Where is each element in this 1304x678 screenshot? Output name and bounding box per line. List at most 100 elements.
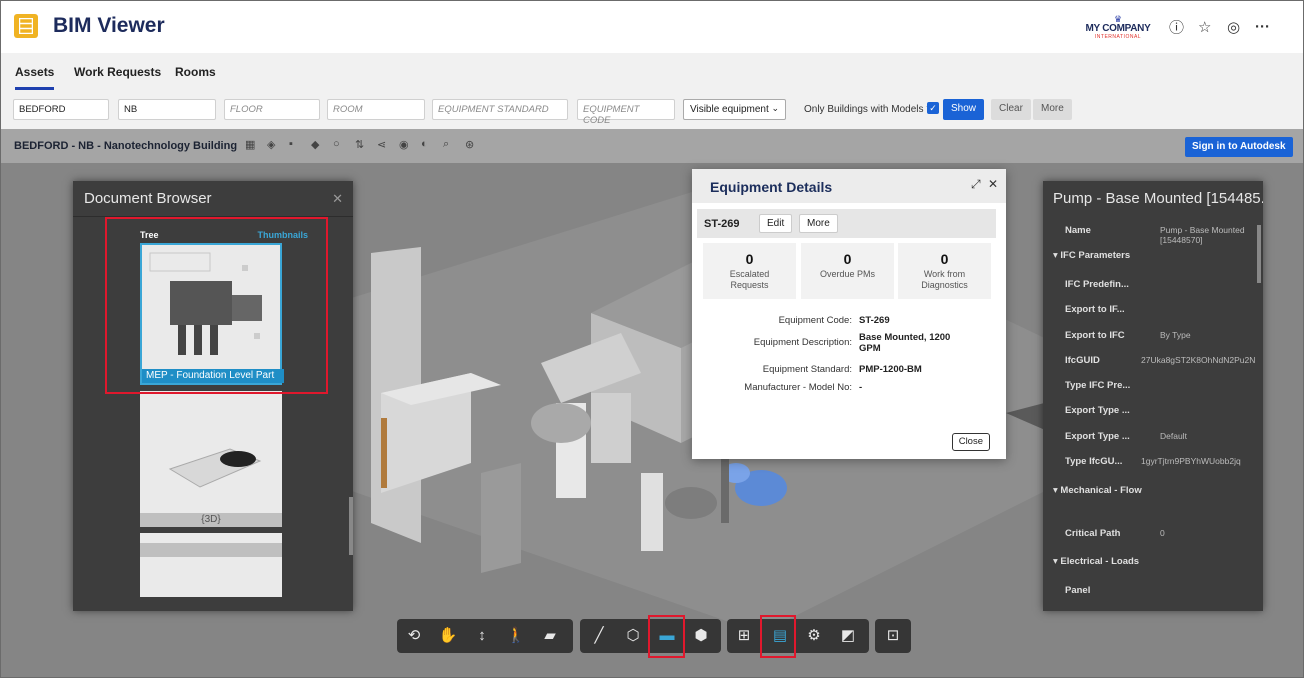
tab-rooms[interactable]: Rooms (175, 65, 216, 79)
edit-button[interactable]: Edit (759, 214, 793, 233)
only-models-label: Only Buildings with Models ? (804, 104, 932, 115)
equipment-code-label: Equipment Code: (778, 315, 852, 326)
equipment-id: ST-269 (704, 218, 740, 230)
viewer-toolbar: BEDFORD - NB - Nanotechnology Building ▦… (1, 129, 1303, 163)
user-icon[interactable]: ◎ (1227, 18, 1240, 36)
property-group[interactable]: ▾ IFC Parameters (1043, 244, 1257, 269)
equipment-standard-input[interactable]: EQUIPMENT STANDARD (432, 99, 568, 120)
scrollbar[interactable] (1257, 225, 1261, 283)
pan-icon[interactable]: ✋ (433, 619, 463, 653)
clear-button[interactable]: Clear (991, 99, 1031, 120)
stack-icon[interactable]: ◈ (267, 138, 275, 151)
dolly-icon[interactable]: ↕ (467, 619, 497, 653)
more-button[interactable]: More (799, 214, 838, 233)
top-bar: BIM Viewer ♛ MY COMPANY INTERNATIONAL ⓘ … (1, 1, 1303, 53)
property-row: IFC Predefin... (1065, 279, 1129, 290)
stat-work-from-diagnostics[interactable]: 0 Work from Diagnostics (898, 243, 991, 299)
property-group[interactable]: ▾ Electrical - Loads (1043, 550, 1257, 575)
scrollbar[interactable] (349, 497, 353, 555)
equipment-details-modal: Equipment Details ⤢ ✕ ST-269 Edit More 0… (692, 169, 1006, 459)
show-button[interactable]: Show (943, 99, 985, 120)
tab-work-requests[interactable]: Work Requests (74, 65, 161, 79)
stat-overdue-pms[interactable]: 0 Overdue PMs (801, 243, 894, 299)
manufacturer-model-value: - (859, 382, 863, 393)
app-title: BIM Viewer (53, 14, 165, 37)
modal-header: Equipment Details ⤢ ✕ (692, 169, 1006, 203)
close-icon[interactable]: ✕ (988, 177, 998, 191)
equipment-code-value: ST-269 (859, 315, 890, 326)
property-group[interactable]: ▾ Mechanical - Flow (1043, 479, 1257, 515)
thumbnail-caption: {3D} (140, 513, 282, 527)
site-input[interactable]: BEDFORD (13, 99, 109, 120)
expand-icon[interactable]: ⤢ (971, 177, 981, 191)
layers-icon[interactable]: ▦ (245, 138, 255, 151)
building-title: BEDFORD - NB - Nanotechnology Building (14, 140, 238, 152)
star-settings-icon[interactable]: ☆ (1198, 18, 1211, 36)
property-row: Export to IF... (1065, 304, 1125, 315)
document-browser-header: Document Browser ✕ (73, 181, 353, 217)
modal-controls: ⤢ ✕ (971, 177, 998, 192)
3d-view-thumbnail (168, 448, 262, 488)
room-input[interactable]: ROOM (327, 99, 425, 120)
equipment-standard-label: Equipment Standard: (762, 364, 852, 375)
measure-icon[interactable]: ╱ (584, 619, 614, 653)
settings-icon[interactable]: ⊛ (465, 138, 474, 151)
camera-icon[interactable]: ▰ (535, 619, 565, 653)
highlight-box-thumbnails (105, 217, 328, 394)
thumbnail-item[interactable] (140, 533, 282, 597)
property-row: Critical Path 0 (1065, 528, 1165, 539)
equipment-code-input[interactable]: EQUIPMENT CODE (577, 99, 675, 126)
fullscreen-icon[interactable]: ◩ (833, 619, 863, 653)
share-icon[interactable]: ⋖ (377, 138, 386, 151)
visibility-select[interactable]: Visible equipment ⌄ (683, 99, 786, 120)
highlight-box-properties (760, 615, 796, 658)
properties-title: Pump - Base Mounted [154485... (1053, 190, 1263, 207)
extension-toolbar: ⊡ (875, 619, 911, 653)
bim-viewer[interactable]: BEDFORD - NB - Nanotechnology Building ▦… (1, 129, 1303, 677)
property-row: Export to IFC By Type (1065, 330, 1191, 341)
orbit-icon[interactable]: ⟲ (399, 619, 429, 653)
only-models-checkbox[interactable]: ✓ (927, 102, 939, 114)
stat-escalated-requests[interactable]: 0 Escalated Requests (703, 243, 796, 299)
crown-icon: ♛ (1113, 14, 1123, 24)
eye-icon[interactable]: ◉ (399, 138, 409, 151)
grid-icon[interactable]: ▪ (289, 138, 293, 150)
manufacturer-model-label: Manufacturer - Model No: (744, 382, 852, 393)
bim-info-icon[interactable]: ⊡ (878, 619, 908, 653)
equipment-description-value: Base Mounted, 1200 GPM (859, 332, 951, 354)
tab-assets[interactable]: Assets (15, 65, 55, 90)
model-browser-icon[interactable]: ⬢ (686, 619, 716, 653)
equipment-bar: ST-269 Edit More (697, 209, 996, 238)
building-input[interactable]: NB (118, 99, 216, 120)
equipment-standard-value: PMP-1200-BM (859, 364, 922, 375)
tab-bar: Assets Work Requests Rooms (1, 53, 1303, 91)
more-filters-button[interactable]: More (1033, 99, 1072, 120)
settings-icon[interactable]: ⚙ (799, 619, 829, 653)
tag-icon[interactable]: ◆ (311, 138, 319, 151)
thumbnail-item[interactable]: {3D} (140, 391, 282, 527)
more-icon[interactable]: ··· (1255, 19, 1270, 36)
equipment-description-label: Equipment Description: (753, 337, 852, 348)
company-logo: ♛ MY COMPANY INTERNATIONAL (1083, 14, 1153, 41)
eye-off-icon[interactable]: ◐ (421, 138, 428, 150)
search-icon[interactable]: ⌕ (443, 138, 449, 151)
highlight-box-document-browser (648, 615, 685, 658)
property-row: Type IfcGU... 1gyrTjtrn9PBYhWUobb2jq (1065, 456, 1241, 467)
close-icon[interactable]: ✕ (332, 191, 343, 207)
filter-bar: BEDFORD NB FLOOR ROOM EQUIPMENT STANDARD… (1, 91, 1303, 129)
sort-icon[interactable]: ⇅ (355, 138, 364, 151)
document-browser-title: Document Browser (84, 190, 212, 207)
floor-input[interactable]: FLOOR (224, 99, 320, 120)
app-logo-icon (14, 14, 38, 38)
help-icon[interactable]: ⓘ (1169, 17, 1184, 38)
property-row: Export Type ... (1065, 405, 1130, 416)
close-button[interactable]: Close (951, 433, 990, 451)
walk-icon[interactable]: 🚶 (501, 619, 531, 653)
properties-panel: Pump - Base Mounted [154485... Name Pump… (1043, 181, 1263, 611)
sign-in-autodesk-button[interactable]: Sign in to Autodesk (1185, 137, 1293, 157)
property-row: Name Pump - Base Mounted [15448570] (1065, 225, 1245, 245)
refresh-icon[interactable]: ○ (333, 138, 340, 150)
property-row: Export Type ... Default (1065, 431, 1187, 442)
structure-icon[interactable]: ⊞ (729, 619, 759, 653)
section-icon[interactable]: ⬡ (618, 619, 648, 653)
